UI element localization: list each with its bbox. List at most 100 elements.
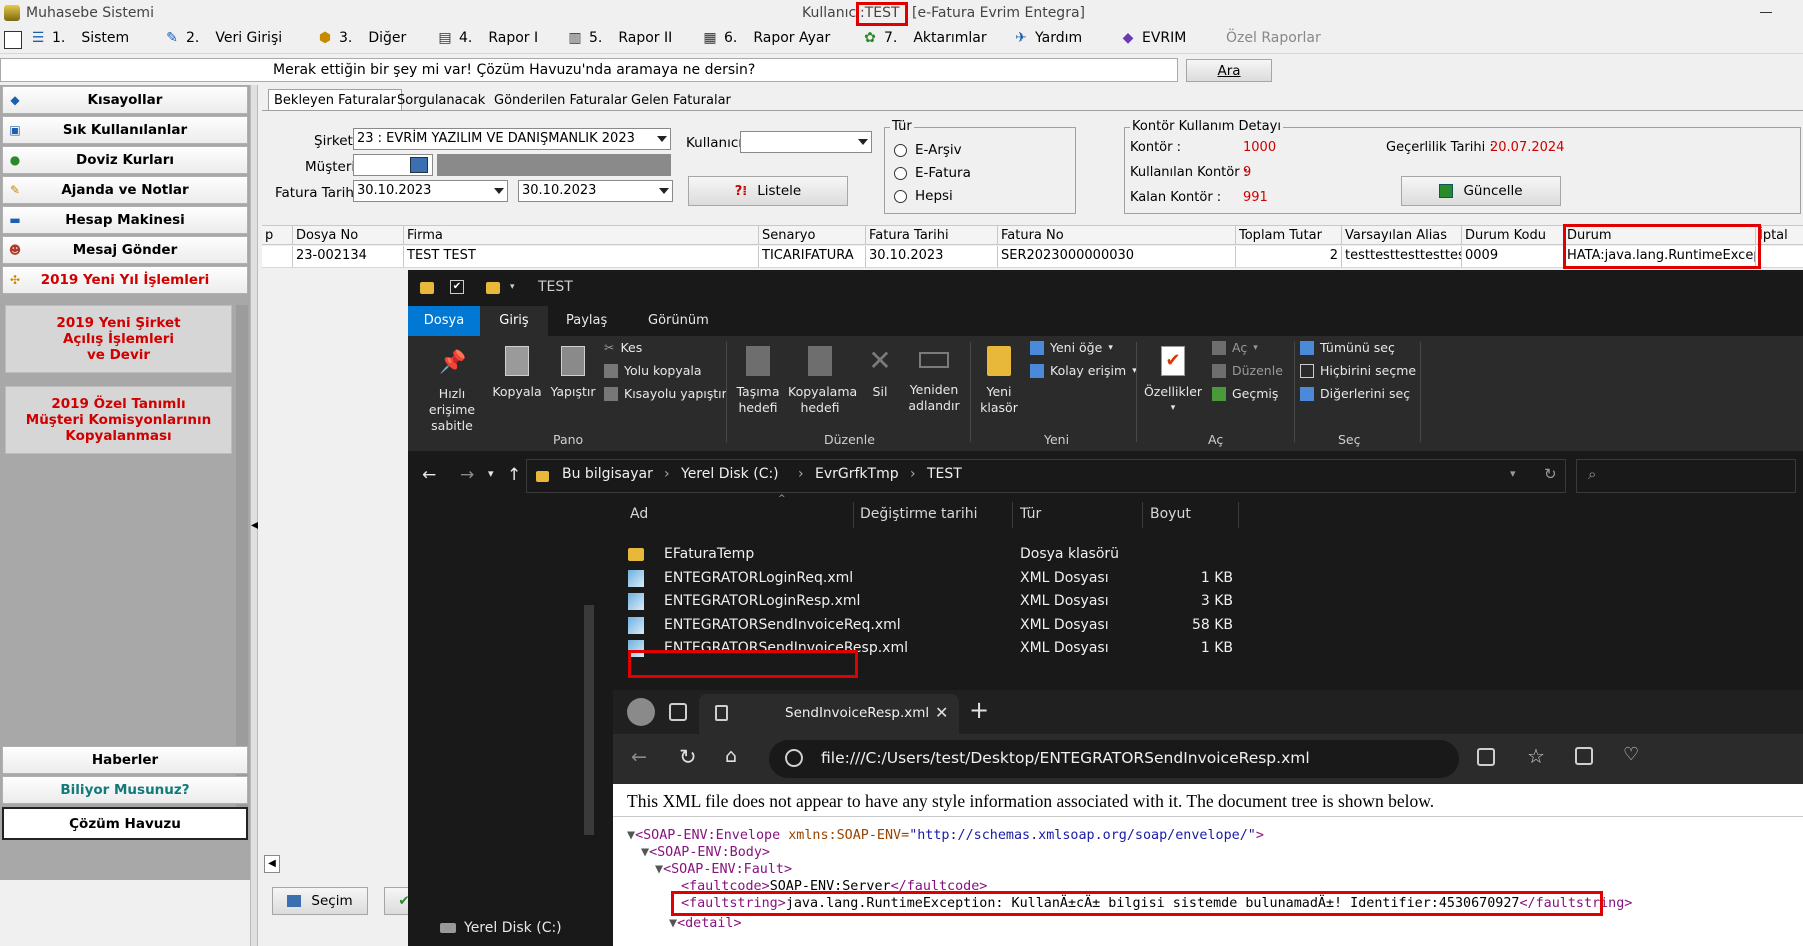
history-button[interactable]: Geçmiş xyxy=(1212,386,1278,401)
col-tur[interactable]: Tür xyxy=(1020,506,1041,522)
check-icon[interactable]: ✔ xyxy=(450,280,464,294)
tab-dosya[interactable]: Dosya xyxy=(408,306,480,336)
menu-rapor-ayar[interactable]: ▦ 6. Rapor Ayar xyxy=(702,30,830,46)
menu-veri-girisi[interactable]: ✎ 2. Veri Girişi xyxy=(164,30,282,46)
rename-button[interactable]: Yeniden adlandır xyxy=(904,344,964,414)
col-dosya-no[interactable]: Dosya No xyxy=(293,226,404,244)
profile-avatar[interactable] xyxy=(627,698,655,726)
reload-icon[interactable]: ↻ xyxy=(679,745,697,769)
tab-bekleyen[interactable]: Bekleyen Faturalar xyxy=(268,89,402,111)
radio-hepsi[interactable]: Hepsi xyxy=(894,188,953,204)
move-to-button[interactable]: Taşıma hedefi xyxy=(730,344,786,416)
col-fatura-no[interactable]: Fatura No xyxy=(998,226,1236,244)
col-degistirme[interactable]: Değiştirme tarihi xyxy=(860,506,978,522)
tab-gorunum[interactable]: Görünüm xyxy=(638,306,719,336)
menu-yardim[interactable]: ✈ Yardım xyxy=(1013,30,1082,46)
date-to-picker[interactable]: 30.10.2023 xyxy=(518,180,673,202)
url-bar[interactable]: file:///C:/Users/test/Desktop/ENTEGRATOR… xyxy=(769,740,1459,778)
col-p[interactable]: p xyxy=(262,226,293,244)
select-all-button[interactable]: Tümünü seç xyxy=(1300,340,1395,355)
col-boyut[interactable]: Boyut xyxy=(1150,506,1191,522)
collapse-triangle-icon[interactable]: ▼ xyxy=(641,845,649,860)
col-ad[interactable]: Ad xyxy=(630,506,648,522)
sidebar-item-haberler[interactable]: Haberler xyxy=(2,746,248,774)
search-input[interactable]: Merak ettiğin bir şey mi var! Çözüm Havu… xyxy=(0,58,1178,82)
new-item-button[interactable]: Yeni öğe ▾ xyxy=(1030,340,1113,355)
copy-commissions-button[interactable]: 2019 Özel Tanımlı Müşteri Komisyonlarının… xyxy=(5,386,232,454)
menu-aktarimlar[interactable]: ✿ 7. Aktarımlar xyxy=(862,30,987,46)
menu-rapor-1[interactable]: ▤ 4. Rapor I xyxy=(437,30,538,46)
menu-evrim[interactable]: ◆ EVRIM xyxy=(1120,30,1187,46)
collapse-triangle-icon[interactable]: ▼ xyxy=(655,862,663,877)
favorites-icon[interactable]: ☆ xyxy=(1527,744,1545,768)
radio-e-fatura[interactable]: E-Fatura xyxy=(894,165,971,181)
folder-icon[interactable] xyxy=(486,282,500,294)
col-durum[interactable]: Durum xyxy=(1564,226,1756,244)
back-arrow-icon[interactable]: ← xyxy=(631,746,647,768)
copy-button[interactable]: Kopyala xyxy=(490,344,544,400)
tab-sorgulanacak[interactable]: Sorgulanacak xyxy=(391,89,491,111)
home-icon[interactable]: ⌂ xyxy=(725,745,737,767)
minimize-button[interactable] xyxy=(1760,12,1772,13)
file-row-login-req[interactable]: ENTEGRATORLoginReq.xml XML Dosyası 1 KB xyxy=(408,567,1583,591)
table-row[interactable]: 23-002134 TEST TEST TICARIFATURA 30.10.2… xyxy=(262,246,1803,268)
collections-icon[interactable] xyxy=(1575,747,1593,765)
customer-lookup-icon[interactable] xyxy=(410,157,428,173)
recent-chevron-icon[interactable]: ▾ xyxy=(488,467,494,480)
tab-gelen[interactable]: Gelen Faturalar xyxy=(625,89,737,111)
sidebar-item-yeni-yil[interactable]: ✣ 2019 Yeni Yıl İşlemleri xyxy=(2,266,248,294)
menu-sistem[interactable]: ☰ 1. Sistem xyxy=(30,30,129,46)
sidebar-item-doviz-kurlari[interactable]: ● Doviz Kurları xyxy=(2,146,248,174)
close-tab-icon[interactable]: ✕ xyxy=(935,703,948,722)
col-fatura-tarihi[interactable]: Fatura Tarihi xyxy=(866,226,998,244)
col-varsayilan-alias[interactable]: Varsayılan Alias xyxy=(1342,226,1462,244)
sirket-select[interactable]: 23 : EVRİM YAZILIM VE DANIŞMANLIK 2023 xyxy=(353,128,671,150)
menu-diger[interactable]: ⬢ 3. Diğer xyxy=(317,30,406,46)
sidebar-item-ajanda[interactable]: ✎ Ajanda ve Notlar xyxy=(2,176,248,204)
sidebar-item-cozum-havuzu[interactable]: Çözüm Havuzu xyxy=(2,807,248,840)
window-menu-icon[interactable] xyxy=(4,31,22,49)
col-firma[interactable]: Firma xyxy=(404,226,759,244)
easy-access-button[interactable]: Kolay erişim ▾ xyxy=(1030,363,1137,378)
search-field[interactable] xyxy=(1576,459,1796,493)
breadcrumb-3[interactable]: TEST xyxy=(927,466,962,482)
refresh-icon[interactable]: ↻ xyxy=(1544,465,1557,483)
health-icon[interactable]: ♡ xyxy=(1623,744,1639,765)
grid-hscroll-left[interactable]: ◀ xyxy=(264,855,280,873)
back-arrow-icon[interactable]: ← xyxy=(422,465,436,485)
radio-e-arsiv[interactable]: E-Arşiv xyxy=(894,142,962,158)
invert-selection-button[interactable]: Diğerlerini seç xyxy=(1300,386,1410,401)
paste-shortcut-button[interactable]: Kısayolu yapıştır xyxy=(604,386,727,401)
breadcrumb-2[interactable]: EvrGrfkTmp xyxy=(815,466,899,482)
file-row-send-invoice-resp[interactable]: ENTEGRATORSendInvoiceResp.xml XML Dosyas… xyxy=(408,637,1583,661)
sidebar-item-sik-kullanilanlar[interactable]: ▣ Sık Kullanılanlar xyxy=(2,116,248,144)
sidebar-item-biliyor-musunuz[interactable]: Biliyor Musunuz? xyxy=(2,776,248,804)
tab-gonderilen[interactable]: Gönderilen Faturalar xyxy=(488,89,633,111)
cut-button[interactable]: ✂ Kes xyxy=(604,340,642,355)
new-tab-icon[interactable]: + xyxy=(969,696,989,724)
secim-button[interactable]: Seçim xyxy=(272,887,368,915)
sidebar-item-hesap-makinesi[interactable]: ▬ Hesap Makinesi xyxy=(2,206,248,234)
file-row-efaturatemp[interactable]: EFaturaTemp Dosya klasörü xyxy=(408,543,1583,567)
search-button[interactable]: Ara xyxy=(1186,59,1272,82)
copy-to-button[interactable]: Kopyalama hedefi xyxy=(788,344,857,416)
tab-paylas[interactable]: Paylaş xyxy=(556,306,617,336)
breadcrumb-0[interactable]: Bu bilgisayar xyxy=(562,466,653,482)
guncelle-button[interactable]: Güncelle xyxy=(1401,176,1561,206)
file-row-login-resp[interactable]: ENTEGRATORLoginResp.xml XML Dosyası 3 KB xyxy=(408,590,1583,614)
sidebar-item-mesaj-gonder[interactable]: ☻ Mesaj Gönder xyxy=(2,236,248,264)
nav-item-local-disk[interactable]: Yerel Disk (C:) xyxy=(440,920,562,936)
browser-tab-active[interactable]: SendInvoiceResp.xml ✕ xyxy=(699,694,959,734)
sidebar-collapse-handle[interactable] xyxy=(250,85,258,946)
kullanici-select[interactable] xyxy=(740,131,872,153)
sidebar-item-kisayollar[interactable]: ◆ Kısayollar xyxy=(2,86,248,114)
up-arrow-icon[interactable]: ↑ xyxy=(507,465,521,485)
date-from-picker[interactable]: 30.10.2023 xyxy=(353,180,508,202)
breadcrumb-1[interactable]: Yerel Disk (C:) xyxy=(681,466,779,482)
edit-button[interactable]: Düzenle xyxy=(1212,363,1283,378)
properties-button[interactable]: ✔ Özellikler ▾ xyxy=(1142,344,1204,416)
col-iptal[interactable]: İptal xyxy=(1756,226,1803,244)
tab-actions-icon[interactable] xyxy=(669,703,687,721)
open-button[interactable]: Aç ▾ xyxy=(1212,340,1258,355)
copy-path-button[interactable]: Yolu kopyala xyxy=(604,363,702,378)
